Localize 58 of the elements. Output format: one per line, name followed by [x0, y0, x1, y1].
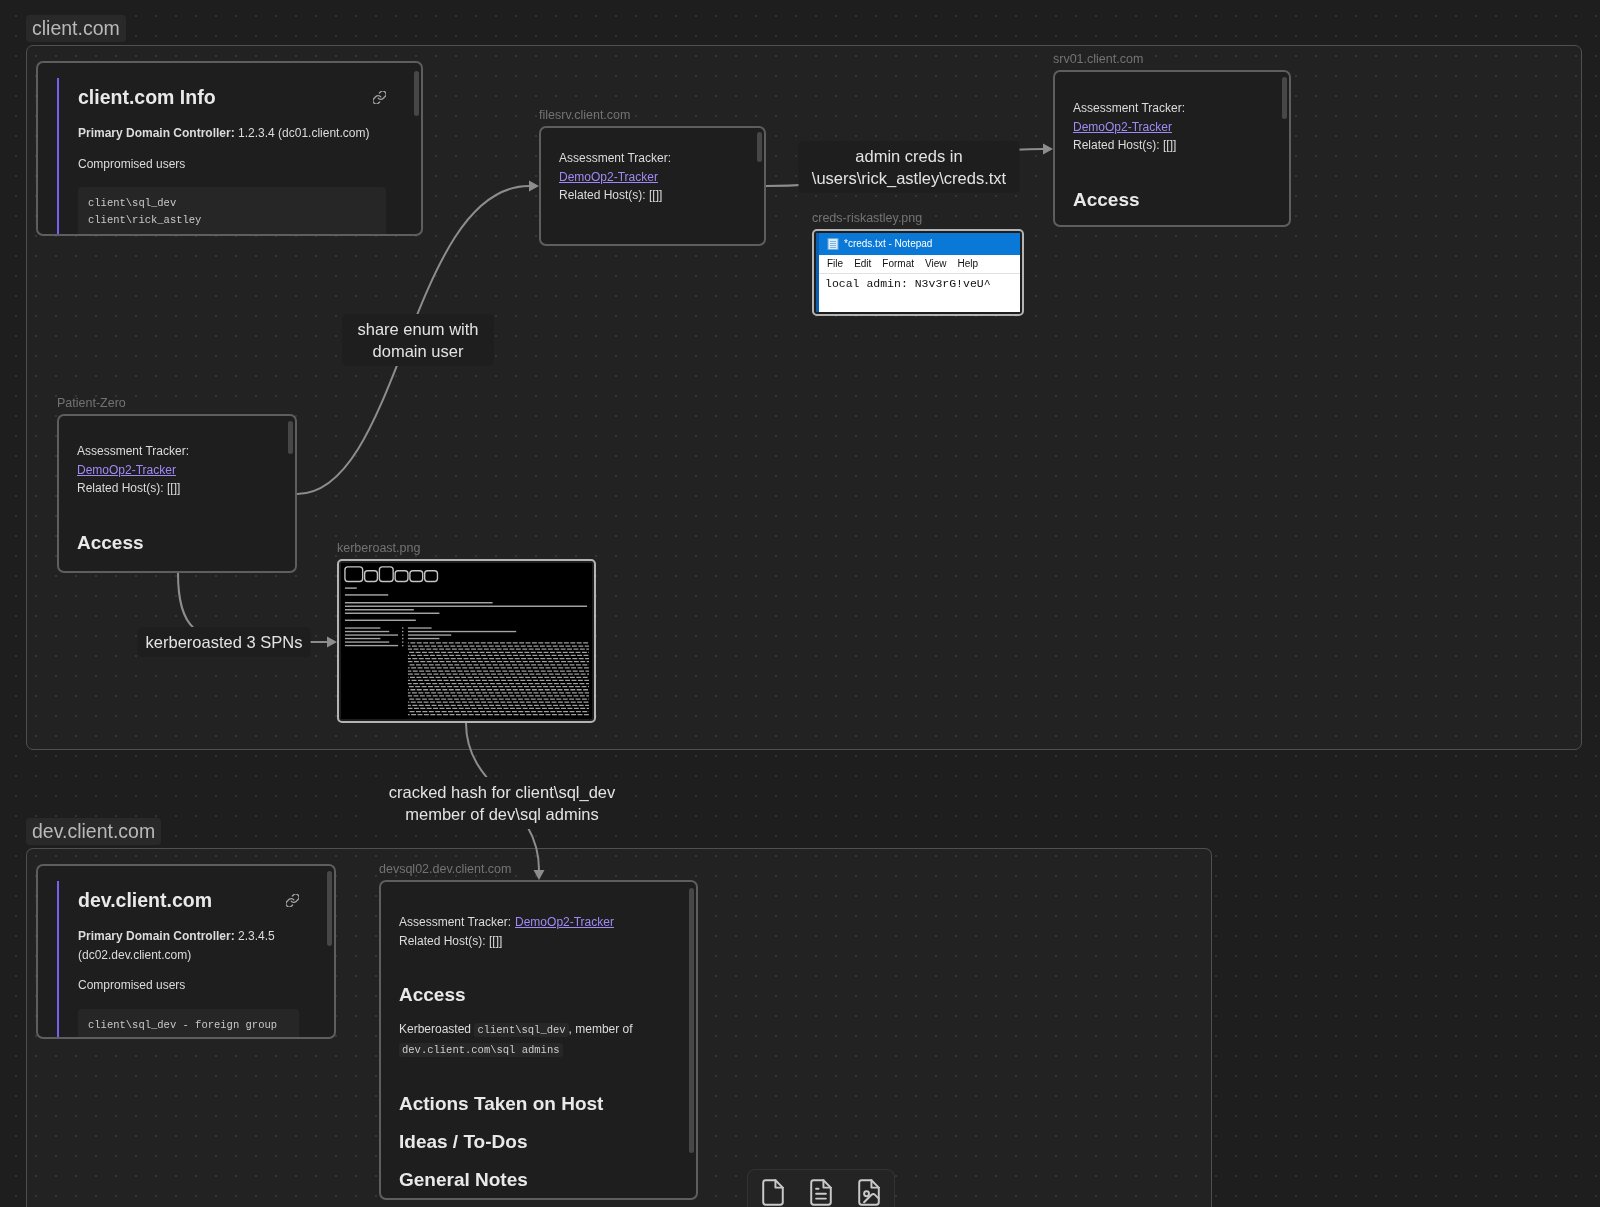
scrollbar-thumb[interactable] — [414, 71, 419, 116]
group-label: client.com — [26, 15, 126, 42]
scrollbar-thumb[interactable] — [757, 132, 762, 162]
section-heading: Actions Taken on Host — [399, 1092, 605, 1116]
code-line: client\sql_dev - foreign group — [88, 1017, 279, 1033]
edge-label: kerberoasted 3 SPNs — [137, 627, 311, 657]
tracker-label: Assessment Tracker: — [399, 914, 512, 931]
note-text: Kerberoasted client\sql_dev , member of dev.client.com\sql admins — [399, 1021, 634, 1059]
node-filename: srv01.client.com — [1053, 52, 1144, 67]
scrollbar-thumb[interactable] — [327, 871, 332, 946]
tracker-link[interactable]: DemoOp2-Tracker — [77, 460, 176, 479]
scrollbar-thumb[interactable] — [288, 421, 293, 454]
text-file-icon[interactable] — [810, 1179, 832, 1206]
link-icon[interactable] — [373, 90, 386, 104]
menu-label: Edit — [854, 256, 872, 271]
tracker-label: Assessment Tracker: — [77, 443, 190, 460]
edge-label: admin creds in \users\rick_astley\creds.txt — [798, 141, 1020, 193]
tracker-label: Assessment Tracker: — [1073, 100, 1186, 117]
notepad-icon — [827, 238, 839, 250]
tracker-link[interactable]: DemoOp2-Tracker — [1073, 117, 1172, 136]
node-filename: kerberoast.png — [337, 541, 421, 556]
code-line: client\sql_dev — [88, 196, 178, 211]
menu-label: Format — [882, 256, 915, 271]
section-heading: Access — [399, 983, 467, 1007]
node-filename: devsql02.dev.client.com — [379, 862, 512, 877]
window-title: *creds.txt - Notepad — [844, 236, 933, 251]
menu-label: File — [827, 256, 844, 271]
link-icon[interactable] — [286, 893, 299, 907]
section-heading: Access — [1073, 187, 1141, 212]
scrollbar-thumb[interactable] — [689, 888, 694, 1153]
note-text: Related Host(s): [[]] — [77, 480, 182, 497]
section-heading: Ideas / To-Dos — [399, 1130, 529, 1154]
menu-label: View — [925, 256, 947, 271]
note-text: Related Host(s): [[]] — [399, 932, 504, 950]
note-text: Compromised users — [78, 977, 187, 994]
menu-label: Help — [957, 256, 979, 271]
node-filename: filesrv.client.com — [539, 108, 631, 123]
editor-text-area: local admin: N3v3rG!veU^ — [819, 274, 1020, 312]
section-heading: Access — [77, 530, 145, 555]
note-text: Related Host(s): [[]] — [559, 187, 664, 204]
note-title: client.com Info — [78, 85, 216, 110]
note-text: Compromised users — [78, 155, 187, 173]
group-label: dev.client.com — [26, 818, 162, 845]
note-title: dev.client.com — [78, 888, 212, 913]
tracker-label: Assessment Tracker: — [559, 150, 672, 167]
scrollbar-thumb[interactable] — [1282, 77, 1287, 119]
edge-label: share enum with domain user — [342, 314, 494, 366]
tracker-link[interactable]: DemoOp2-Tracker — [515, 913, 614, 932]
node-filename: Patient-Zero — [57, 396, 126, 411]
note-text: Related Host(s): [[]] — [1073, 137, 1178, 154]
image-file-icon[interactable] — [858, 1179, 880, 1206]
blank-file-icon[interactable] — [762, 1179, 784, 1206]
code-line: client\rick_astley — [88, 213, 203, 228]
node-filename: creds-riskastley.png — [812, 211, 923, 226]
tracker-link[interactable]: DemoOp2-Tracker — [559, 167, 658, 186]
note-text: Primary Domain Controller: 2.3.4.5 (dc02.dev.client.com) — [78, 928, 276, 964]
section-heading: General Notes — [399, 1168, 529, 1192]
note-text: Primary Domain Controller: 1.2.3.4 (dc01.client.com) — [78, 125, 371, 142]
